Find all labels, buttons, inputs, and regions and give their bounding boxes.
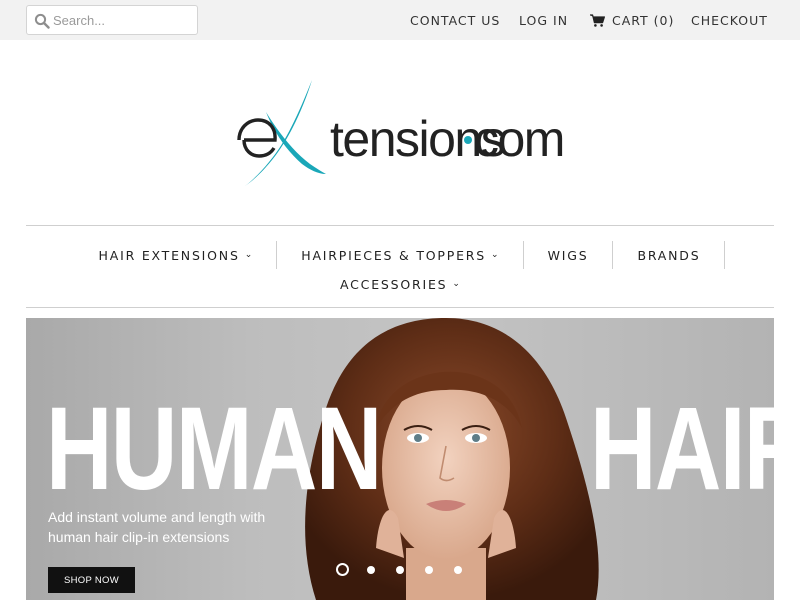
nav-accessories-label: ACCESSORIES [340, 276, 448, 292]
top-bar: CONTACT US LOG IN CART (0) CHECKOUT [0, 0, 800, 40]
hero-subtitle: Add instant volume and length with human… [48, 509, 266, 545]
cart-link-wrap: CART (0) [590, 0, 674, 40]
chevron-down-icon: ⌄ [244, 250, 253, 260]
svg-text:com: com [474, 111, 564, 167]
log-in-link[interactable]: LOG IN [519, 13, 568, 28]
nav-hairpieces-toppers-label: HAIRPIECES & TOPPERS [301, 247, 487, 263]
main-nav: HAIR EXTENSIONS ⌄ HAIRPIECES & TOPPERS ⌄… [26, 241, 774, 269]
shop-now-button[interactable]: SHOP NOW [48, 567, 135, 593]
hero-banner[interactable]: HUMAN HAIR Add instant volume and length… [26, 318, 774, 600]
nav-wigs-label: WIGS [547, 247, 589, 263]
chevron-down-icon: ⌄ [452, 279, 460, 289]
nav-brands[interactable]: BRANDS [613, 241, 726, 269]
checkout-link[interactable]: CHECKOUT [691, 13, 768, 28]
nav-hair-extensions[interactable]: HAIR EXTENSIONS ⌄ [75, 241, 278, 269]
contact-us-link[interactable]: CONTACT US [410, 13, 500, 28]
slide-indicators [336, 563, 483, 576]
slide-dot-2[interactable] [367, 565, 375, 574]
log-in-link-wrap: LOG IN [519, 0, 568, 40]
cart-link[interactable]: CART (0) [590, 13, 674, 28]
chevron-down-icon: ⌄ [491, 250, 499, 260]
search-input[interactable] [53, 6, 193, 34]
slide-dot-3[interactable] [396, 565, 404, 574]
contact-us-link-wrap: CONTACT US [410, 0, 500, 40]
main-nav-row-2: ACCESSORIES ⌄ [26, 271, 774, 297]
hero-title-left: HUMAN [46, 383, 382, 515]
logo-graphic: tensions com [237, 80, 565, 186]
checkout-link-wrap: CHECKOUT [691, 0, 768, 40]
site-logo[interactable]: tensions com [236, 76, 566, 192]
hero-title-right: HAIR [590, 383, 774, 515]
nav-hairpieces-toppers[interactable]: HAIRPIECES & TOPPERS ⌄ [277, 241, 524, 269]
nav-hair-extensions-label: HAIR EXTENSIONS [98, 247, 240, 263]
slide-dot-4[interactable] [425, 565, 433, 574]
search-icon[interactable] [34, 13, 50, 29]
slide-dot-5[interactable] [454, 565, 462, 574]
slide-dot-1[interactable] [336, 563, 349, 576]
search-box[interactable] [26, 5, 198, 35]
nav-divider-bottom [26, 307, 774, 308]
nav-accessories[interactable]: ACCESSORIES ⌄ [316, 270, 484, 298]
cart-icon [590, 13, 605, 27]
cart-label: CART (0) [612, 12, 675, 28]
nav-wigs[interactable]: WIGS [524, 241, 614, 269]
nav-divider-top [26, 225, 774, 226]
nav-brands-label: BRANDS [637, 247, 701, 263]
